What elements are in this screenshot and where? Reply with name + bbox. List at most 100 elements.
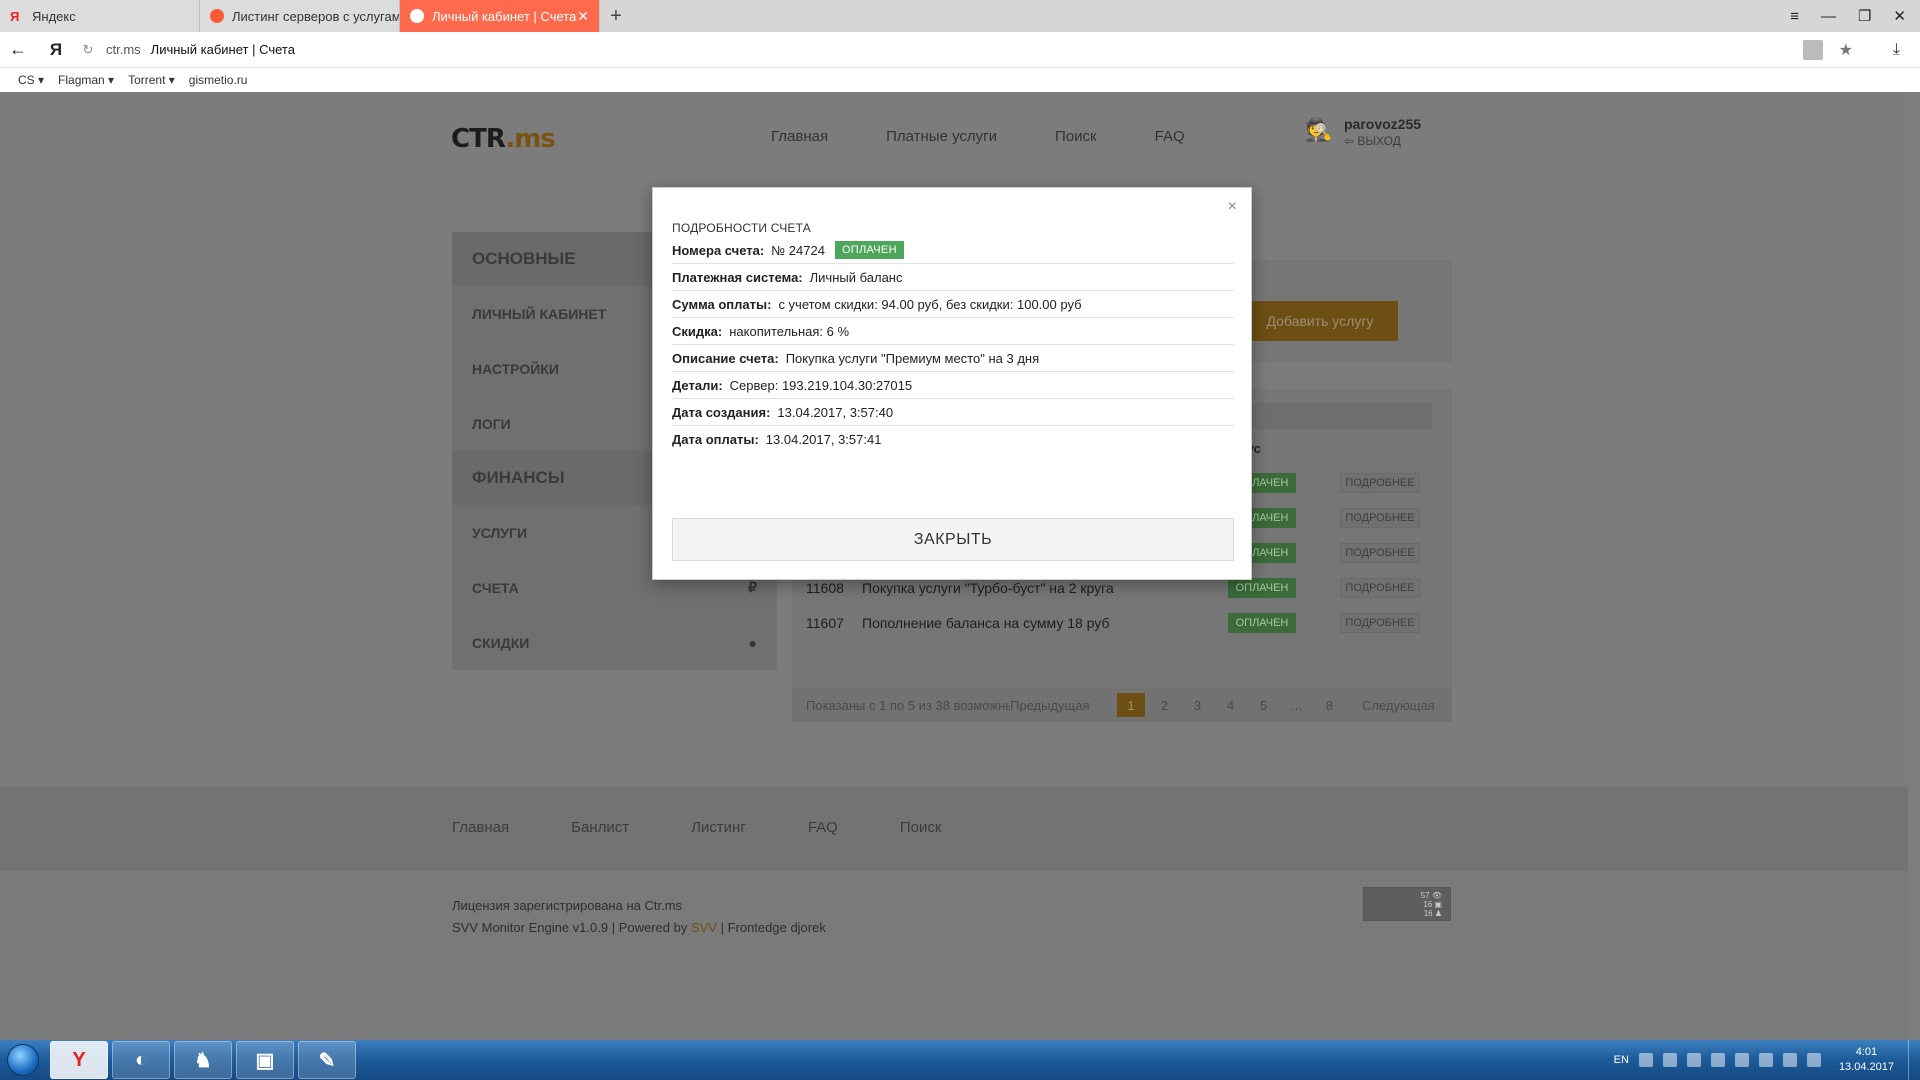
detail-value: № 24724: [771, 242, 825, 258]
download-icon[interactable]: ⤓: [1893, 41, 1900, 59]
tray-network-icon[interactable]: [1782, 1053, 1797, 1067]
invoice-description: Покупка услуги "Турбо-буст" на 2 круга: [862, 579, 1114, 596]
pagination-page[interactable]: 5: [1247, 698, 1280, 713]
browser-tab[interactable]: Я Яндекс: [0, 0, 200, 32]
close-window-icon[interactable]: ✕: [1893, 7, 1906, 25]
pagination-page[interactable]: 3: [1181, 698, 1214, 713]
license-line: Лицензия зарегистрирована на Ctr.ms: [452, 898, 683, 913]
details-button[interactable]: ПОДРОБНЕЕ: [1340, 508, 1420, 528]
tray-app-icon[interactable]: [1734, 1053, 1749, 1067]
sidebar-item-label: ЛОГИ: [472, 415, 511, 432]
nav-paid-services[interactable]: Платные услуги: [886, 128, 997, 145]
nav-faq[interactable]: FAQ: [1155, 128, 1185, 145]
pagination-page[interactable]: 4: [1214, 698, 1247, 713]
visit-counter[interactable]: 57 👁 16 ▣ 16 ♟: [1363, 887, 1451, 921]
footer-link-search[interactable]: Поиск: [900, 819, 942, 836]
site-logo[interactable]: CTR.ms: [451, 124, 556, 154]
modal-detail-row: Платежная система: Личный баланс: [672, 264, 1234, 291]
tray-app-icon[interactable]: [1638, 1053, 1653, 1067]
menu-icon[interactable]: ≡: [1790, 8, 1799, 25]
yandex-browser-taskbar-icon[interactable]: Y: [50, 1041, 108, 1079]
footer-link-banlist[interactable]: Банлист: [571, 819, 629, 836]
tab-close-icon[interactable]: ✕: [577, 8, 589, 25]
tab-favicon-icon: Я: [10, 9, 20, 24]
detail-value: Сервер: 193.219.104.30:27015: [729, 377, 913, 393]
invoice-id: 11608: [806, 579, 844, 596]
tray-flag-icon[interactable]: [1758, 1053, 1773, 1067]
restore-icon[interactable]: ❐: [1858, 7, 1871, 25]
windows-taskbar: Y ◐ ♞ ▣ ✎ EN 4:01 13.04.2017: [0, 1040, 1920, 1080]
pagination-page[interactable]: 8: [1313, 698, 1346, 713]
tab-label: Личный кабинет | Счета: [432, 8, 577, 24]
app-taskbar-icon[interactable]: ◐: [112, 1041, 170, 1079]
bookmark-star-icon[interactable]: ★: [1839, 40, 1853, 60]
bookmark-torrent[interactable]: Torrent ▾: [128, 73, 175, 87]
pagination: Показаны с 1 по 5 из 38 возможных Предыд…: [792, 688, 1452, 722]
sidebar-item-label: ЛИЧНЫЙ КАБИНЕТ: [472, 305, 607, 322]
detail-label: Дата создания:: [672, 404, 771, 420]
modal-close-button[interactable]: ЗАКРЫТЬ: [672, 518, 1234, 561]
nav-search[interactable]: Поиск: [1055, 128, 1097, 145]
svv-link[interactable]: SVV: [691, 920, 717, 935]
footer-bottom: Лицензия зарегистрирована на Ctr.ms SVV …: [0, 871, 1920, 1040]
tab-favicon-icon: [410, 9, 424, 23]
lock-icon[interactable]: [1802, 39, 1823, 60]
footer-link-home[interactable]: Главная: [452, 819, 509, 836]
detail-label: Платежная система:: [672, 269, 803, 285]
minimize-icon[interactable]: —: [1821, 8, 1836, 25]
status-badge: ОПЛАЧЕН: [1228, 578, 1296, 598]
pagination-current-page[interactable]: 1: [1117, 693, 1145, 717]
status-badge: ОПЛАЧЕН: [1228, 613, 1296, 633]
clock[interactable]: 4:01 13.04.2017: [1839, 1045, 1894, 1075]
detail-label: Скидка:: [672, 323, 723, 339]
pagination-page[interactable]: 2: [1148, 698, 1181, 713]
footer-link-listing[interactable]: Листинг: [691, 819, 746, 836]
show-desktop-button[interactable]: [1908, 1040, 1920, 1080]
footer-link-faq[interactable]: FAQ: [808, 819, 838, 836]
details-button[interactable]: ПОДРОБНЕЕ: [1340, 613, 1420, 633]
start-button[interactable]: [0, 1040, 46, 1080]
browser-tab[interactable]: Листинг серверов с услугами: [200, 0, 400, 32]
paint-taskbar-icon[interactable]: ✎: [298, 1041, 356, 1079]
logout-link[interactable]: ⇦ ВЫХОД: [1344, 134, 1421, 148]
tray-app-icon[interactable]: [1662, 1053, 1677, 1067]
tab-label: Листинг серверов с услугами: [232, 8, 400, 24]
details-button[interactable]: ПОДРОБНЕЕ: [1340, 578, 1420, 598]
pagination-next[interactable]: Следующая: [1362, 698, 1435, 713]
url-domain[interactable]: ctr.ms: [106, 42, 141, 57]
footer-links: Главная Банлист Листинг FAQ Поиск: [452, 819, 941, 836]
pagination-prev[interactable]: Предыдущая: [1010, 698, 1114, 713]
detail-value: Личный баланс: [809, 269, 903, 285]
username[interactable]: parovoz255: [1344, 116, 1421, 132]
reload-icon[interactable]: ↻: [76, 42, 100, 58]
nvidia-taskbar-icon[interactable]: ▣: [236, 1041, 294, 1079]
details-button[interactable]: ПОДРОБНЕЕ: [1340, 543, 1420, 563]
bookmark-gismetio[interactable]: gismetio.ru: [189, 73, 248, 87]
browser-tab[interactable]: Личный кабинет | Счета ✕: [400, 0, 600, 32]
modal-detail-row: Детали: Сервер: 193.219.104.30:27015: [672, 372, 1234, 399]
detail-label: Детали:: [672, 377, 723, 393]
url-page-title[interactable]: Личный кабинет | Счета: [151, 42, 295, 57]
sidebar-item[interactable]: СКИДКИ ●: [452, 615, 777, 670]
language-indicator[interactable]: EN: [1614, 1054, 1629, 1066]
detail-label: Сумма оплаты:: [672, 296, 772, 312]
modal-close-icon[interactable]: ×: [1228, 198, 1237, 216]
clock-time: 4:01: [1855, 1046, 1878, 1058]
counter-strike-taskbar-icon[interactable]: ♞: [174, 1041, 232, 1079]
yandex-button[interactable]: Я: [36, 40, 76, 60]
tray-steam-icon[interactable]: [1710, 1053, 1725, 1067]
bookmark-cs[interactable]: CS ▾: [18, 73, 44, 87]
nav-home[interactable]: Главная: [771, 128, 828, 145]
tray-nvidia-icon[interactable]: [1686, 1053, 1701, 1067]
new-tab-button[interactable]: +: [600, 0, 632, 32]
tray-volume-icon[interactable]: [1806, 1053, 1821, 1067]
bookmark-flagman[interactable]: Flagman ▾: [58, 73, 114, 87]
detail-value: 13.04.2017, 3:57:41: [765, 432, 882, 447]
logo-main: CTR: [451, 124, 506, 154]
modal-detail-row: Описание счета: Покупка услуги "Премиум м…: [672, 345, 1234, 372]
details-button[interactable]: ПОДРОБНЕЕ: [1340, 473, 1420, 493]
page-scrollbar[interactable]: [1908, 92, 1920, 1040]
add-service-button[interactable]: Добавить услугу: [1242, 301, 1398, 341]
back-arrow-icon[interactable]: ←: [0, 39, 36, 60]
invoice-description: Пополнение баланса на сумму 18 руб: [862, 614, 1110, 631]
